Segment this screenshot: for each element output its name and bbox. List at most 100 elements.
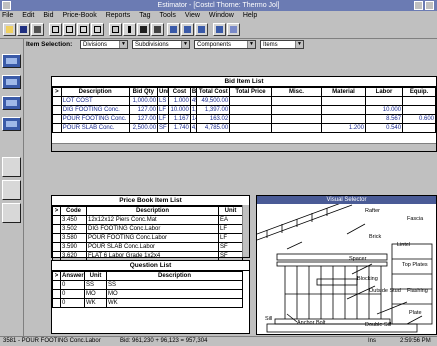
bid-item-list-title: Bid Item List	[52, 77, 436, 87]
column-header: Description	[60, 87, 130, 97]
cell-total-price	[229, 114, 272, 124]
table-row[interactable]: 3.502 DIG FOOTING Conc.Labor LF	[52, 224, 243, 234]
cell-misc	[270, 114, 323, 124]
cell-unit: SF	[157, 123, 169, 133]
group-button-2[interactable]	[2, 180, 21, 200]
table-row[interactable]: DIG FOOTING Conc. 127.00 LF 10.000 1,270…	[52, 105, 436, 115]
system-menu-icon[interactable]	[2, 1, 11, 10]
callout-label[interactable]: Sill	[265, 316, 272, 322]
column-header: Description	[86, 206, 219, 216]
table-row[interactable]: 0 MO MO	[52, 289, 243, 299]
callout-label[interactable]: Lintel	[397, 242, 410, 248]
item-selection-label: Item Selection:	[26, 41, 73, 48]
cell-total-cost: 49,500.00	[196, 96, 231, 106]
column-header: Misc.	[270, 87, 323, 97]
bid-icon[interactable]	[2, 54, 21, 68]
group-button-1[interactable]	[2, 157, 21, 177]
callout-label[interactable]: Blocking	[357, 276, 378, 282]
price-book-window: Price Book Item List > Code Description …	[51, 195, 250, 261]
grid-icon[interactable]	[109, 23, 122, 36]
callout-label[interactable]: Flashing	[407, 288, 428, 294]
table-row[interactable]: 3.580 POUR FOOTING Conc.Labor LF	[52, 233, 243, 243]
callout-label[interactable]: Double Sill	[365, 322, 391, 328]
print-icon[interactable]	[31, 23, 44, 36]
maximize-button[interactable]	[425, 1, 434, 10]
menu-file[interactable]: File	[2, 11, 13, 21]
uncheck-icon[interactable]	[195, 23, 208, 36]
cell-bid-qty: 2,500.00	[128, 123, 159, 133]
check-icon[interactable]	[167, 23, 180, 36]
sort-icon[interactable]	[123, 23, 136, 36]
item-selection-bar: Item Selection: Divisions ▼ Subdivisions ▼…	[24, 39, 437, 50]
vertical-scrollbar[interactable]	[242, 205, 249, 257]
menu-view[interactable]: View	[185, 11, 200, 21]
cell-cost: 10.000	[167, 105, 191, 115]
column-header: Total Cost	[196, 87, 231, 97]
table-row[interactable]: 0 WK WK	[52, 298, 243, 308]
save-icon[interactable]	[17, 23, 30, 36]
menu-tools[interactable]: Tools	[160, 11, 176, 21]
bid-item-table: > Description Bid Qty Unit Cost Bid Tota…	[52, 87, 436, 133]
check-all-icon[interactable]	[181, 23, 194, 36]
cell-unit: LF	[157, 105, 169, 115]
calculator-icon[interactable]	[151, 23, 164, 36]
takeoff-icon[interactable]	[2, 117, 21, 131]
comment-icon[interactable]	[91, 23, 104, 36]
callout-label[interactable]: Plate	[409, 310, 422, 316]
row-marker	[52, 96, 62, 106]
table-row[interactable]: POUR SLAB Conc. 2,500.00 SF 1.740 4,350.…	[52, 123, 436, 133]
menu-price-book[interactable]: Price-Book	[62, 11, 96, 21]
menu-tag[interactable]: Tag	[139, 11, 150, 21]
divisions-dropdown[interactable]: Divisions ▼	[80, 40, 128, 49]
items-dropdown[interactable]: Items ▼	[260, 40, 304, 49]
cell-bid: 4,350.00	[189, 123, 198, 133]
cell-answer[interactable]: 0	[60, 289, 85, 299]
menu-reports[interactable]: Reports	[106, 11, 131, 21]
chevron-down-icon: ▼	[181, 41, 189, 48]
new-file-icon[interactable]	[3, 23, 16, 36]
divisions-value: Divisions	[83, 42, 108, 48]
table-row[interactable]: 3.590 POUR SLAB Conc.Labor SF	[52, 242, 243, 252]
binoculars-icon[interactable]	[137, 23, 150, 36]
horizontal-scrollbar[interactable]	[52, 143, 436, 151]
price-book-icon[interactable]	[2, 75, 21, 89]
cell-bid: 1,270.00	[189, 105, 198, 115]
cascade-icon[interactable]	[227, 23, 240, 36]
estimate-icon[interactable]	[2, 96, 21, 110]
menu-window[interactable]: Window	[209, 11, 234, 21]
callout-label[interactable]: Outside Stud	[369, 288, 401, 294]
cell-answer[interactable]: 0	[60, 298, 85, 308]
visual-selector-window: Visual Selector Rafter Fascia Spacer Lin…	[256, 195, 437, 335]
subdivisions-dropdown[interactable]: Subdivisions ▼	[132, 40, 190, 49]
row-marker	[52, 215, 61, 225]
cell-answer[interactable]: 0	[60, 280, 85, 290]
chevron-down-icon: ▼	[247, 41, 255, 48]
menu-bid[interactable]: Bid	[43, 11, 53, 21]
question-list-window: Question List > Answer Unit Description …	[51, 260, 250, 334]
menu-help[interactable]: Help	[243, 11, 257, 21]
callout-label[interactable]: Anchor Bolt	[297, 320, 325, 326]
minimize-button[interactable]	[414, 1, 423, 10]
callout-label[interactable]: Top Plates	[402, 262, 428, 268]
table-row[interactable]: LOT COST 1,000.00 LS 1.000 45,000.00 49,…	[52, 96, 436, 106]
table-row[interactable]: 0 SS SS	[52, 280, 243, 290]
cell-cost: 1.740	[167, 123, 191, 133]
tree-icon[interactable]	[49, 23, 62, 36]
callout-label[interactable]: Fascia	[407, 216, 423, 222]
cell-bid-qty: 1,000.00	[128, 96, 159, 106]
hierarchy-icon[interactable]	[63, 23, 76, 36]
components-dropdown[interactable]: Components ▼	[194, 40, 256, 49]
group-button-3[interactable]	[2, 203, 21, 223]
callout-label[interactable]: Brick	[369, 234, 381, 240]
calendar-icon[interactable]	[213, 23, 226, 36]
callout-label[interactable]: Rafter	[365, 208, 380, 214]
table-row[interactable]: POUR FOOTING Conc. 127.00 LF 1.167 148.2…	[52, 114, 436, 124]
sheet-icon[interactable]	[77, 23, 90, 36]
menu-edit[interactable]: Edit	[22, 11, 34, 21]
cell-labor	[364, 96, 404, 106]
window-title: Estimator - [Costcl Thorne: Thermo Jol]	[157, 2, 280, 9]
cell-bid: 148.20	[189, 114, 198, 124]
callout-label[interactable]: Spacer	[349, 256, 366, 262]
table-row[interactable]: 3.450 12x12x12 Piers Conc.Mat EA	[52, 215, 243, 225]
cell-equip	[402, 105, 436, 115]
